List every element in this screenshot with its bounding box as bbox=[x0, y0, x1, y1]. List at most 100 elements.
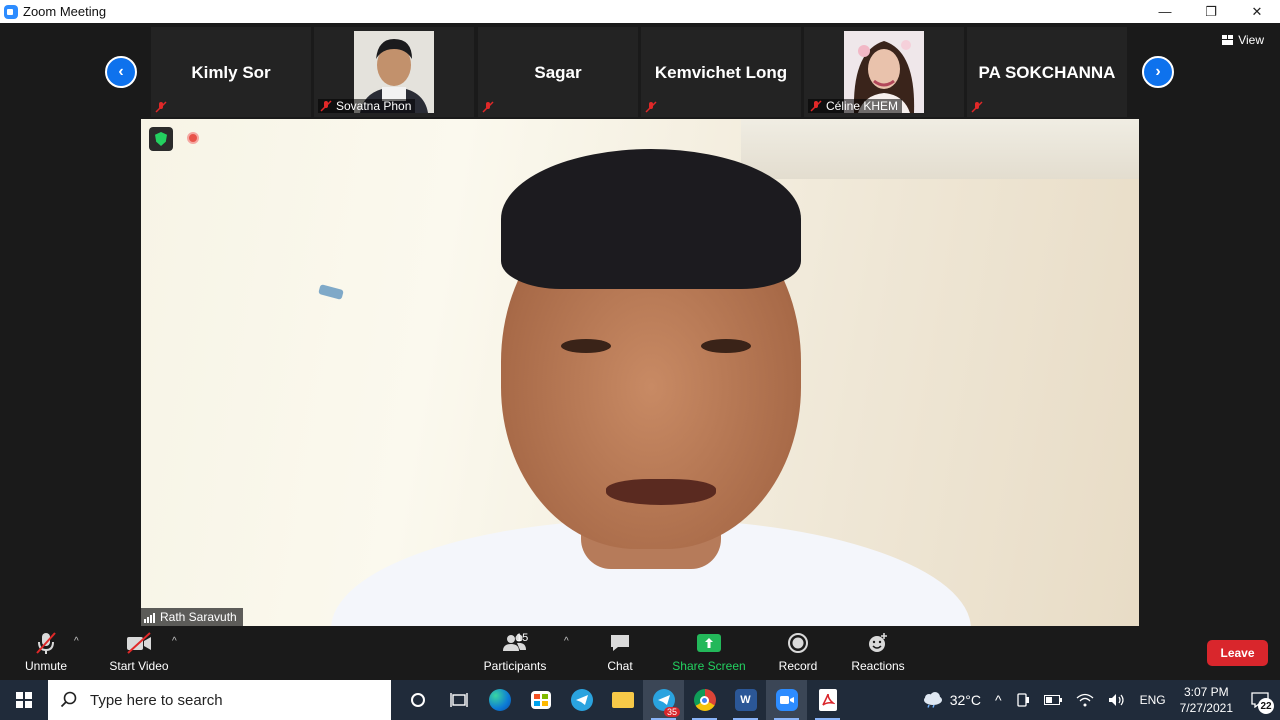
search-icon bbox=[60, 691, 77, 708]
cortana-circle-icon bbox=[410, 693, 425, 707]
unmute-button[interactable]: Unmute bbox=[20, 630, 72, 673]
chat-button[interactable]: Chat bbox=[598, 630, 642, 673]
minimize-button[interactable]: — bbox=[1142, 0, 1188, 23]
participant-name: Sagar bbox=[534, 63, 582, 82]
speaker-eye bbox=[701, 339, 751, 353]
cloud-rain-icon bbox=[923, 692, 942, 708]
speaker-hair bbox=[501, 149, 801, 289]
battery-icon[interactable] bbox=[1037, 695, 1069, 705]
zoom-app-icon bbox=[4, 4, 18, 19]
share-screen-button[interactable]: Share Screen bbox=[670, 630, 748, 673]
reactions-label: Reactions bbox=[851, 659, 905, 673]
weather-widget[interactable]: 32°C bbox=[915, 692, 988, 708]
start-button[interactable] bbox=[0, 680, 48, 720]
input-language[interactable]: ENG bbox=[1133, 693, 1173, 707]
word-icon: W bbox=[734, 689, 757, 711]
telegram-icon bbox=[570, 689, 593, 711]
participant-tile[interactable]: Sovatna Phon bbox=[314, 27, 474, 117]
close-button[interactable]: ✕ bbox=[1234, 0, 1280, 23]
wifi-icon[interactable] bbox=[1069, 693, 1101, 707]
chat-icon bbox=[609, 630, 631, 656]
participant-strip: ‹ Kimly Sor Sovatna Phon Sagar Kemvichet… bbox=[0, 23, 1280, 117]
participant-name: Kimly Sor bbox=[191, 63, 271, 82]
participant-name: Sovatna Phon bbox=[336, 99, 412, 113]
background-ceiling bbox=[741, 119, 1139, 179]
share-screen-icon bbox=[697, 630, 721, 656]
participant-tile[interactable]: Céline KHEM bbox=[804, 27, 964, 117]
share-screen-label: Share Screen bbox=[672, 659, 746, 673]
start-video-button[interactable]: Start Video bbox=[104, 630, 174, 673]
volume-icon[interactable] bbox=[1101, 693, 1133, 707]
leave-button[interactable]: Leave bbox=[1207, 640, 1268, 666]
folder-icon bbox=[611, 692, 634, 708]
record-icon bbox=[787, 630, 809, 656]
participant-name: PA SOKCHANNA bbox=[978, 63, 1116, 82]
participant-tile[interactable]: PA SOKCHANNA bbox=[967, 27, 1127, 117]
muted-mic-icon bbox=[971, 101, 983, 113]
telegram-desktop-taskbar-app[interactable]: 35 bbox=[643, 680, 684, 720]
security-shield-icon[interactable] bbox=[149, 127, 173, 151]
show-hidden-icons-button[interactable]: ^ bbox=[988, 692, 1009, 708]
window-title: Zoom Meeting bbox=[23, 4, 107, 19]
participants-label: Participants bbox=[483, 659, 547, 673]
muted-mic-icon bbox=[482, 101, 494, 113]
restore-button[interactable]: ❐ bbox=[1188, 0, 1234, 23]
speaker-mouth bbox=[606, 479, 716, 505]
task-view-icon bbox=[449, 693, 468, 707]
video-options-caret[interactable]: ^ bbox=[172, 636, 177, 647]
participant-tile[interactable]: Sagar bbox=[478, 27, 638, 117]
taskbar-clock[interactable]: 3:07 PM 7/27/2021 bbox=[1173, 684, 1240, 716]
unmute-label: Unmute bbox=[24, 659, 68, 673]
participants-icon: 15 bbox=[490, 630, 540, 656]
participants-button[interactable]: 15 Participants bbox=[480, 630, 550, 673]
participant-tile[interactable]: Kimly Sor bbox=[151, 27, 311, 117]
notification-center-button[interactable]: 22 bbox=[1240, 680, 1280, 720]
task-view-button[interactable] bbox=[438, 680, 479, 720]
speaker-eye bbox=[561, 339, 611, 353]
recording-indicator-icon bbox=[187, 132, 199, 144]
meet-now-icon[interactable] bbox=[1009, 692, 1037, 708]
word-taskbar-app[interactable]: W bbox=[725, 680, 766, 720]
muted-mic-icon bbox=[320, 100, 332, 112]
record-button[interactable]: Record bbox=[776, 630, 820, 673]
chevron-right-icon: › bbox=[1155, 63, 1161, 80]
windows-logo-icon bbox=[16, 692, 32, 708]
window-controls: — ❐ ✕ bbox=[1142, 0, 1280, 23]
video-off-icon bbox=[125, 630, 153, 656]
next-page-button[interactable]: › bbox=[1142, 56, 1174, 88]
telegram-taskbar-app[interactable] bbox=[561, 680, 602, 720]
muted-mic-icon bbox=[810, 100, 822, 112]
muted-mic-icon bbox=[645, 101, 657, 113]
active-speaker-video: Rath Saravuth bbox=[141, 119, 1139, 626]
participant-name: Kemvichet Long bbox=[654, 63, 788, 82]
acrobat-taskbar-app[interactable] bbox=[807, 680, 848, 720]
meeting-toolbar: Unmute ^ Start Video ^ 15 Participants ^… bbox=[0, 626, 1280, 680]
view-label: View bbox=[1238, 33, 1264, 47]
muted-mic-icon bbox=[35, 630, 57, 656]
reactions-button[interactable]: Reactions bbox=[848, 630, 908, 673]
audio-options-caret[interactable]: ^ bbox=[74, 636, 79, 647]
participants-count: 15 bbox=[516, 632, 529, 644]
previous-page-button[interactable]: ‹ bbox=[105, 56, 137, 88]
notification-count-badge: 22 bbox=[1258, 698, 1274, 714]
system-tray: 32°C ^ ENG 3:07 PM 7/27/2021 22 bbox=[915, 680, 1280, 720]
file-explorer-taskbar-app[interactable] bbox=[602, 680, 643, 720]
background-wall-object bbox=[318, 284, 344, 300]
start-video-label: Start Video bbox=[109, 659, 169, 673]
grid-view-icon bbox=[1222, 35, 1234, 45]
store-taskbar-app[interactable] bbox=[520, 680, 561, 720]
search-placeholder: Type here to search bbox=[90, 691, 223, 709]
chrome-taskbar-app[interactable] bbox=[684, 680, 725, 720]
zoom-taskbar-app[interactable] bbox=[766, 680, 807, 720]
clock-date: 7/27/2021 bbox=[1179, 701, 1233, 715]
acrobat-pdf-icon bbox=[818, 689, 837, 711]
participant-name-label: Sovatna Phon bbox=[318, 99, 416, 113]
zoom-icon bbox=[775, 689, 798, 711]
participant-tile[interactable]: Kemvichet Long bbox=[641, 27, 801, 117]
edge-taskbar-app[interactable] bbox=[479, 680, 520, 720]
view-button[interactable]: View bbox=[1222, 33, 1264, 47]
participant-name-label: Céline KHEM bbox=[808, 99, 903, 113]
taskbar-search-box[interactable]: Type here to search bbox=[48, 680, 391, 720]
participants-options-caret[interactable]: ^ bbox=[564, 636, 569, 647]
cortana-button[interactable] bbox=[397, 680, 438, 720]
